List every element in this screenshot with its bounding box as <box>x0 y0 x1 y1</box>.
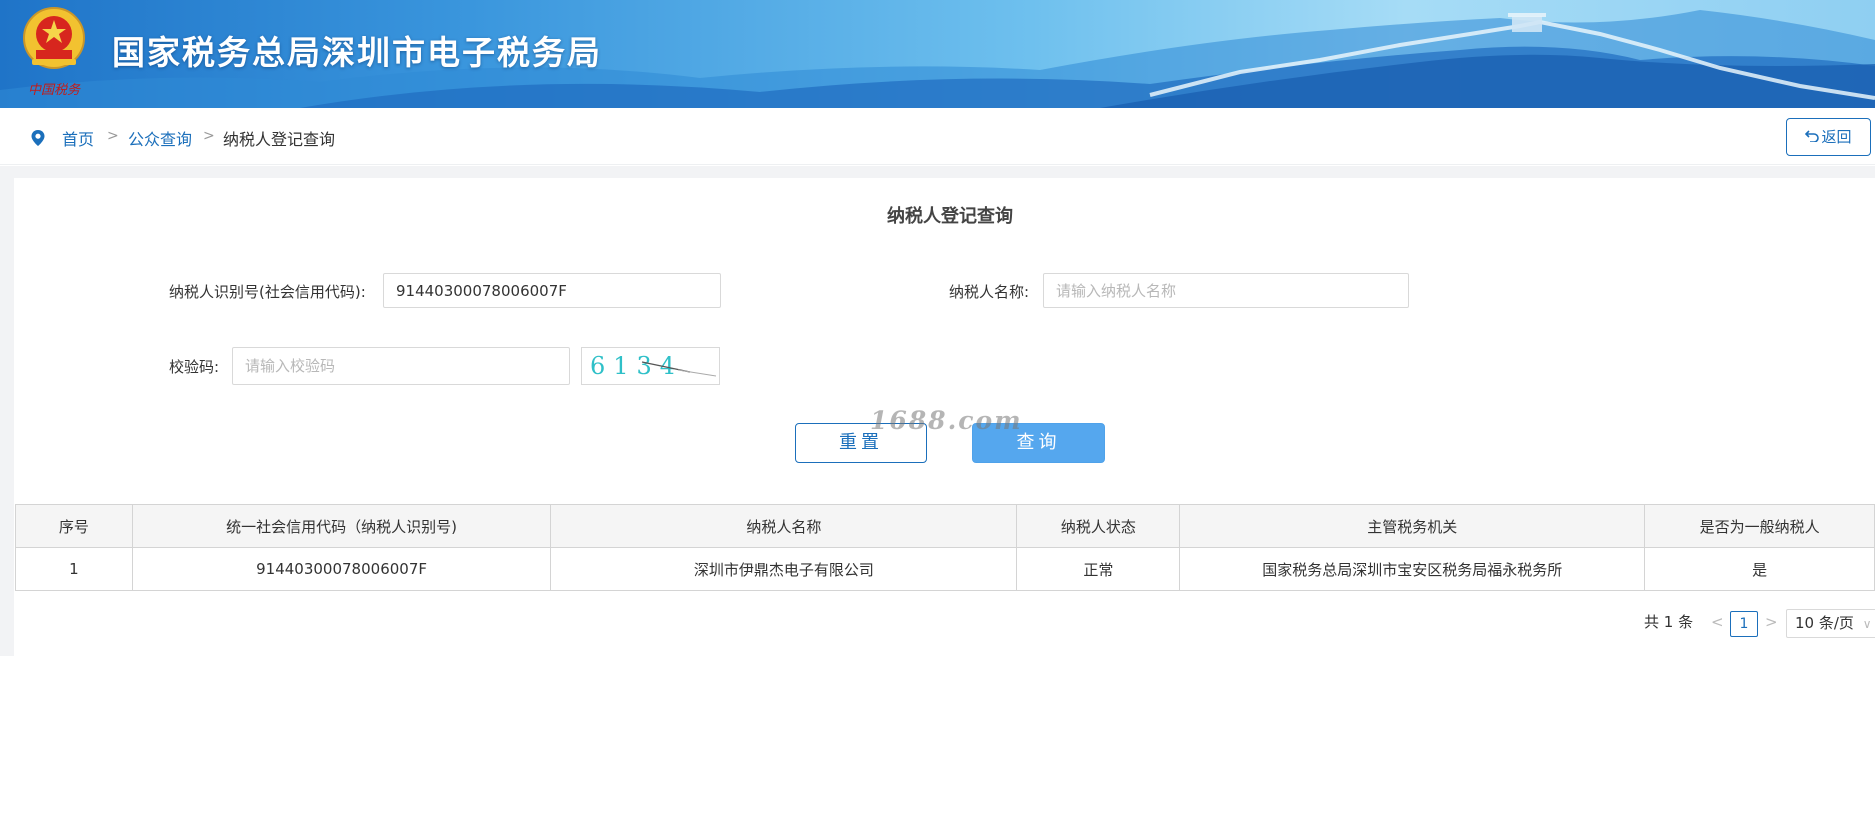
taxpayer-name-label: 纳税人名称: <box>949 283 1030 301</box>
taxpayer-name-input[interactable] <box>1043 273 1409 308</box>
column-header-tax-authority: 主管税务机关 <box>1179 504 1646 548</box>
page-size-select[interactable]: 10 条/页 ∨ <box>1786 609 1875 638</box>
header-banner: 中国税务 国家税务总局深圳市电子税务局 <box>0 0 1875 108</box>
form-title: 纳税人登记查询 <box>887 206 1013 227</box>
taxpayer-id-input[interactable] <box>383 273 721 308</box>
column-header-status: 纳税人状态 <box>1016 504 1181 548</box>
chevron-left-icon[interactable]: < <box>1711 613 1724 631</box>
chevron-right-icon[interactable]: > <box>1765 613 1778 631</box>
pagination-total: 共 1 条 <box>1644 613 1694 631</box>
location-pin-icon <box>31 130 45 146</box>
back-button-label: 返回 <box>1821 128 1852 146</box>
captcha-input[interactable] <box>232 347 570 385</box>
cell-index: 1 <box>15 547 133 591</box>
column-header-taxpayer-name: 纳税人名称 <box>550 504 1018 548</box>
pagination-page-1[interactable]: 1 <box>1730 611 1758 637</box>
breadcrumb-bar: 首页 > 公众查询 > 纳税人登记查询 <box>0 108 1875 165</box>
breadcrumb-public-query-link[interactable]: 公众查询 <box>128 126 192 150</box>
left-gutter <box>0 166 14 656</box>
captcha-graphic: 6134 <box>590 352 717 380</box>
breadcrumb-separator: > <box>203 128 215 144</box>
page-size-value: 10 条/页 <box>1795 614 1854 632</box>
chevron-down-icon: ∨ <box>1862 617 1872 631</box>
captcha-image[interactable]: 6134 <box>581 347 720 385</box>
breadcrumb-current: 纳税人登记查询 <box>223 130 336 149</box>
column-header-index: 序号 <box>15 504 133 548</box>
section-divider <box>0 166 1875 178</box>
cell-credit-code: 91440300078006007F <box>131 547 552 591</box>
taxpayer-id-label: 纳税人识别号(社会信用代码): <box>169 283 366 301</box>
undo-arrow-icon <box>1805 130 1820 142</box>
emblem-caption: 中国税务 <box>28 83 81 98</box>
cell-tax-authority: 国家税务总局深圳市宝安区税务局福永税务所 <box>1179 547 1646 591</box>
breadcrumb-separator: > <box>107 128 119 144</box>
breadcrumb-home-link[interactable]: 首页 <box>62 126 94 150</box>
reset-button[interactable]: 重置 <box>795 423 927 463</box>
captcha-label: 校验码: <box>169 358 220 376</box>
results-table: 序号 统一社会信用代码（纳税人识别号) 纳税人名称 纳税人状态 主管税务机关 是… <box>15 504 1875 591</box>
site-title: 国家税务总局深圳市电子税务局 <box>112 33 602 72</box>
back-button[interactable]: 返回 <box>1786 118 1871 156</box>
column-header-general-taxpayer: 是否为一般纳税人 <box>1644 504 1875 548</box>
table-header-row: 序号 统一社会信用代码（纳税人识别号) 纳税人名称 纳税人状态 主管税务机关 是… <box>15 504 1875 548</box>
tax-emblem-logo: 中国税务 <box>23 7 85 98</box>
table-row: 1 91440300078006007F 深圳市伊鼎杰电子有限公司 正常 国家税… <box>15 547 1875 591</box>
captcha-text: 6134 <box>590 352 683 380</box>
cell-status: 正常 <box>1016 547 1181 591</box>
query-button[interactable]: 查询 <box>972 423 1105 463</box>
column-header-credit-code: 统一社会信用代码（纳税人识别号) <box>131 504 552 548</box>
cell-taxpayer-name: 深圳市伊鼎杰电子有限公司 <box>550 547 1018 591</box>
cell-general-taxpayer: 是 <box>1644 547 1875 591</box>
